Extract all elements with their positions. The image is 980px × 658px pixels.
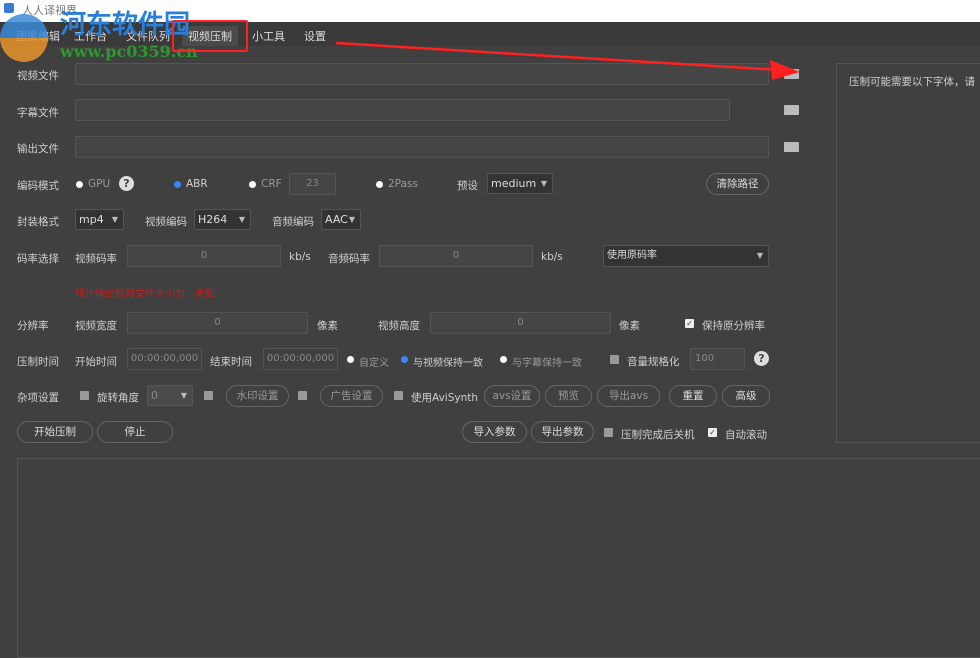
annotation-arrow xyxy=(335,41,800,80)
